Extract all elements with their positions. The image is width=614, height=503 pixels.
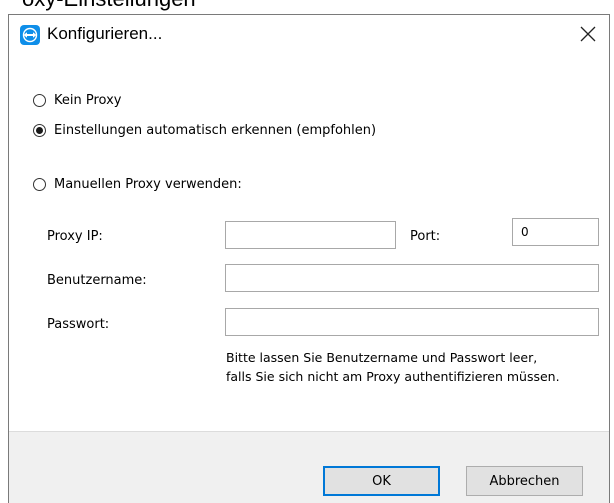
radio-label: Kein Proxy — [54, 92, 122, 108]
teamviewer-icon — [20, 25, 40, 45]
radio-label: Einstellungen automatisch erkennen (empf… — [54, 122, 377, 138]
cancel-button[interactable]: Abbrechen — [466, 466, 583, 496]
proxy-ip-input[interactable] — [225, 221, 396, 249]
radio-button[interactable] — [33, 123, 46, 137]
port-input[interactable] — [512, 218, 599, 246]
hint-line: Bitte lassen Sie Benutzername und Passwo… — [226, 350, 538, 365]
close-button[interactable] — [573, 19, 603, 49]
password-label: Passwort: — [47, 317, 110, 332]
title-bar: Konfigurieren... — [9, 15, 609, 55]
radio-button[interactable] — [33, 177, 46, 191]
close-icon — [580, 26, 596, 42]
proxy-ip-label: Proxy IP: — [47, 229, 103, 244]
button-bar: OK Abbrechen — [9, 431, 609, 503]
port-label: Port: — [410, 229, 441, 244]
dialog-title: Konfigurieren... — [47, 24, 163, 43]
credentials-hint: Bitte lassen Sie Benutzername und Passwo… — [226, 348, 560, 386]
username-label: Benutzername: — [47, 273, 147, 288]
background-window-heading: oxy-Einstellungen — [22, 0, 196, 12]
password-input[interactable] — [225, 308, 599, 336]
radio-manual-proxy[interactable]: Manuellen Proxy verwenden: — [33, 173, 242, 195]
radio-button[interactable] — [33, 93, 46, 107]
radio-no-proxy[interactable]: Kein Proxy — [33, 89, 121, 111]
ok-button[interactable]: OK — [323, 466, 440, 496]
configure-dialog: Konfigurieren... Kein Proxy Einstellunge… — [8, 14, 610, 503]
radio-label: Manuellen Proxy verwenden: — [54, 176, 242, 192]
username-input[interactable] — [225, 264, 599, 292]
radio-auto-detect[interactable]: Einstellungen automatisch erkennen (empf… — [33, 119, 376, 141]
screenshot: oxy-Einstellungen Konfigurieren... Kein … — [0, 0, 614, 503]
hint-line: falls Sie sich nicht am Proxy authentifi… — [226, 369, 560, 384]
